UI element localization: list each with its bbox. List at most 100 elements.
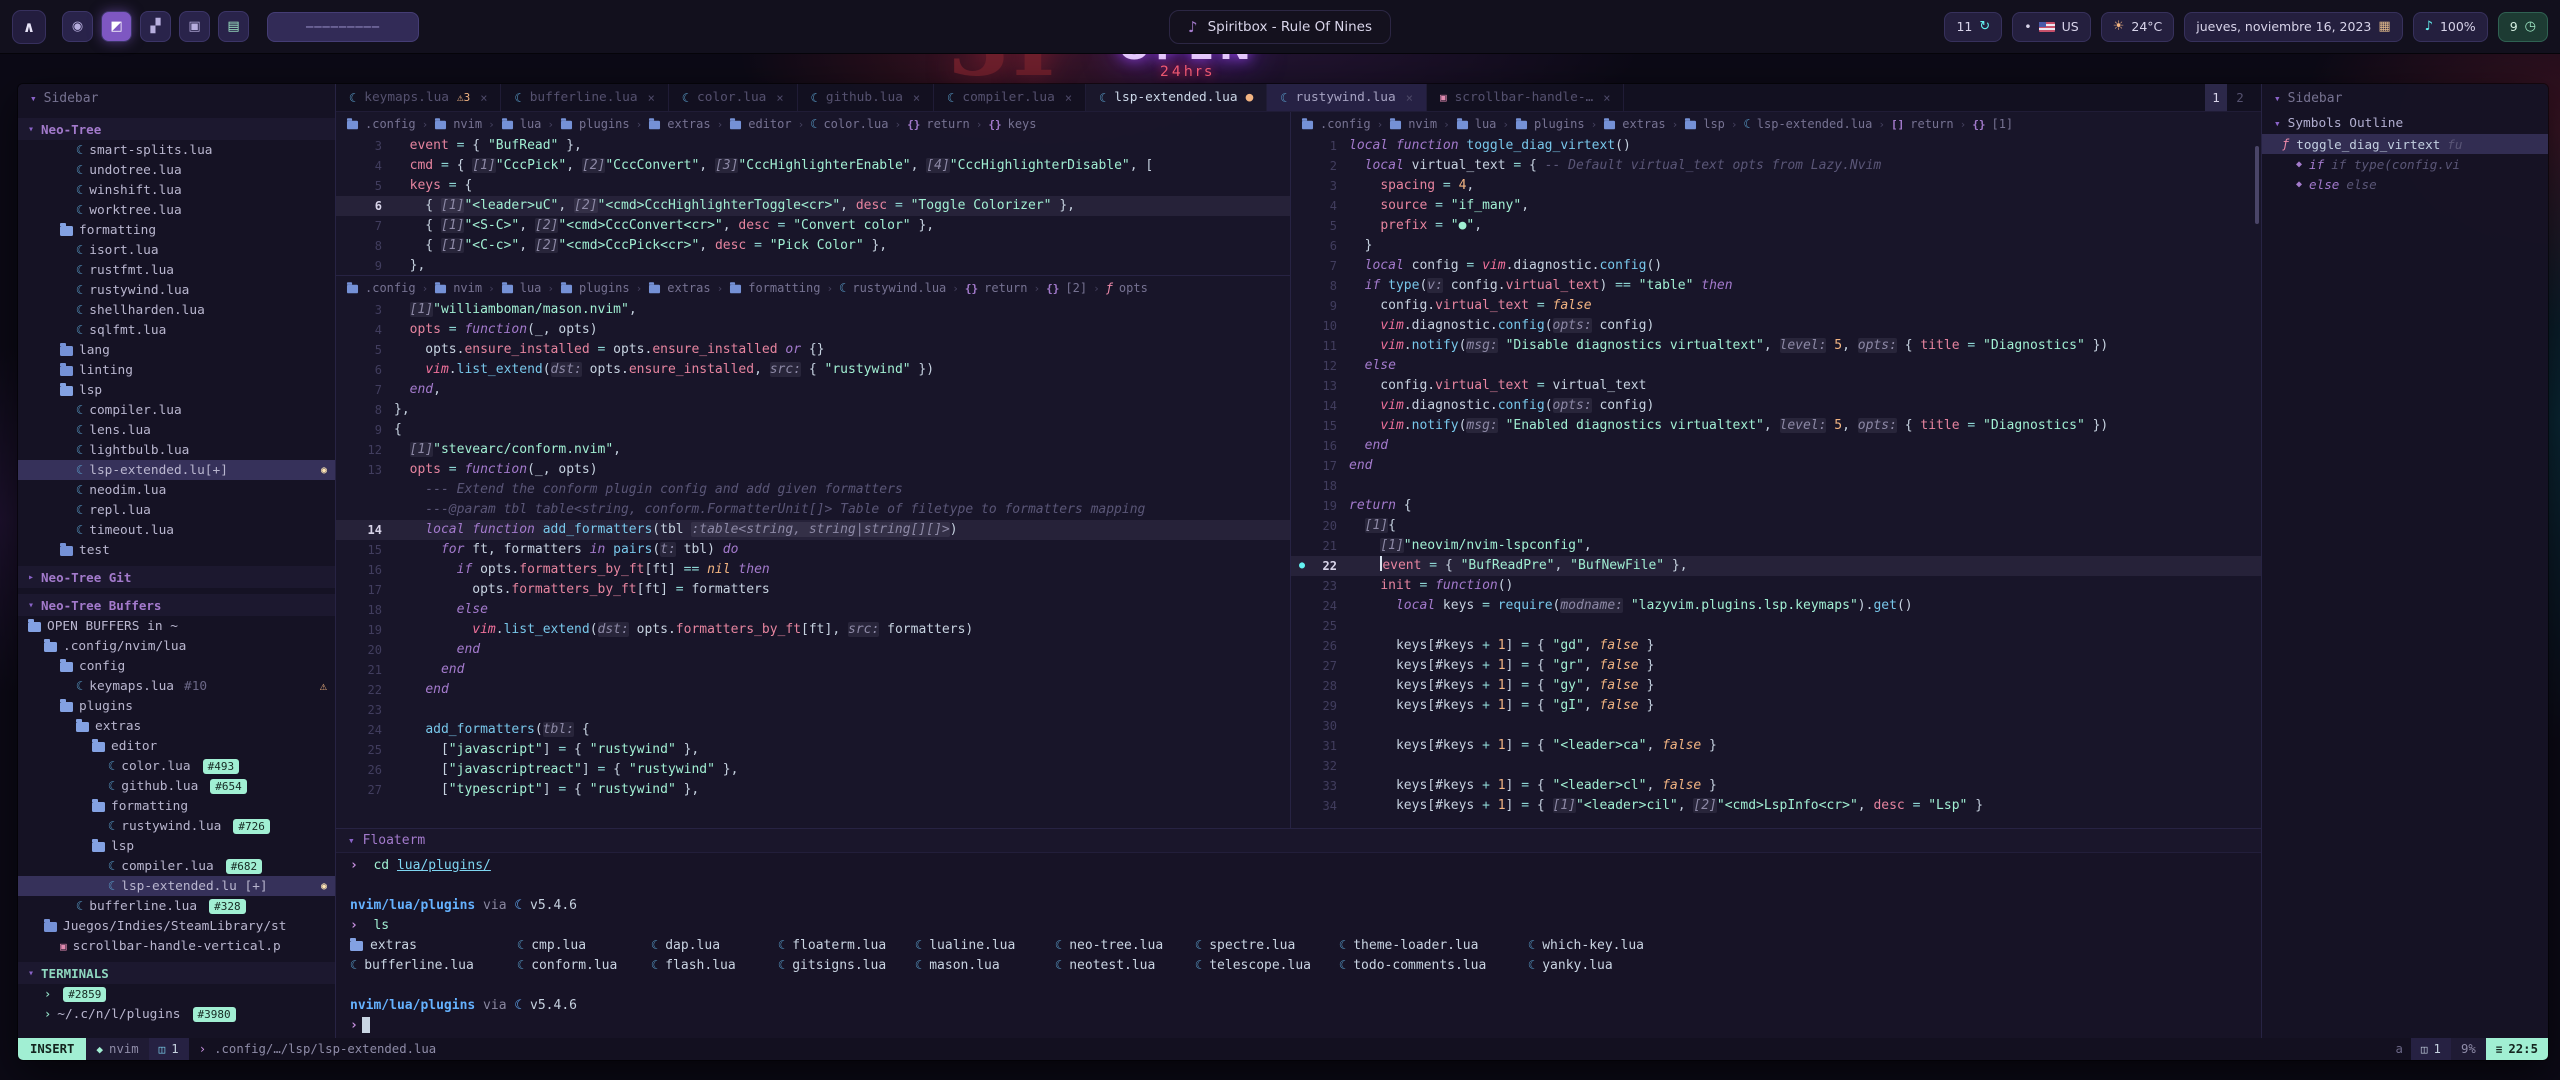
code-line[interactable]: 31 keys[#keys + 1] = { "<leader>ca", fal…	[1291, 736, 2261, 756]
tab-close-icon[interactable]: ×	[480, 91, 487, 105]
code-line[interactable]: 11 vim.notify(msg: "Disable diagnostics …	[1291, 336, 2261, 356]
code-line[interactable]: 24 local keys = require(modname: "lazyvi…	[1291, 596, 2261, 616]
code-area[interactable]: 3 event = { "BufRead" },4 cmd = { [1]"Cc…	[336, 136, 1290, 275]
code-line[interactable]: 2 local virtual_text = { -- Default virt…	[1291, 156, 2261, 176]
editor-tab[interactable]: ☾keymaps.lua⚠3×	[336, 84, 501, 111]
tree-item[interactable]: OPEN BUFFERS in ~	[18, 616, 335, 636]
code-line[interactable]: 18 else	[336, 600, 1290, 620]
code-line[interactable]: 20 end	[336, 640, 1290, 660]
topbar-widget[interactable]: ♪100%	[2413, 12, 2488, 42]
music-widget[interactable]: ♪ Spiritbox - Rule Of Nines	[1169, 10, 1391, 44]
code-line[interactable]: 9{	[336, 420, 1290, 440]
topbar-widget[interactable]: jueves, noviembre 16, 2023▦	[2184, 12, 2402, 42]
tree-item[interactable]: ☾github.lua#654	[18, 776, 335, 796]
tab-close-icon[interactable]: ×	[913, 91, 920, 105]
tree-item[interactable]: formatting	[18, 796, 335, 816]
tab-close-icon[interactable]: ×	[776, 91, 783, 105]
code-line[interactable]: 8 if type(v: config.virtual_text) == "ta…	[1291, 276, 2261, 296]
code-line[interactable]: 7 { [1]"<S-C>", [2]"<cmd>CccConvert<cr>"…	[336, 216, 1290, 236]
code-line[interactable]: 33 keys[#keys + 1] = { "<leader>cl", fal…	[1291, 776, 2261, 796]
code-line[interactable]: --- Extend the conform plugin config and…	[336, 480, 1290, 500]
code-line[interactable]: 16 end	[1291, 436, 2261, 456]
tree-item[interactable]: ☾bufferline.lua#328	[18, 896, 335, 916]
tabpage-number[interactable]: 1	[2205, 84, 2227, 111]
tree-item[interactable]: ☾lens.lua	[18, 420, 335, 440]
tree-item[interactable]: ›~/.c/n/l/plugins#3980	[18, 1004, 335, 1024]
tree-item[interactable]: ☾timeout.lua	[18, 520, 335, 540]
code-line[interactable]: 3 spacing = 4,	[1291, 176, 2261, 196]
code-line[interactable]: 12 else	[1291, 356, 2261, 376]
code-line[interactable]: 4 opts = function(_, opts)	[336, 320, 1290, 340]
tree-item[interactable]: Juegos/Indies/SteamLibrary/st	[18, 916, 335, 936]
tree-item[interactable]: ☾worktree.lua	[18, 200, 335, 220]
tree-item[interactable]: ☾compiler.lua	[18, 400, 335, 420]
tree-item[interactable]: ☾rustywind.lua	[18, 280, 335, 300]
code-line[interactable]: 8 { [1]"<C-c>", [2]"<cmd>CccPick<cr>", d…	[336, 236, 1290, 256]
code-area[interactable]: 1local function toggle_diag_virtext()2 l…	[1291, 136, 2261, 828]
tree-item[interactable]: ☾color.lua#493	[18, 756, 335, 776]
code-line[interactable]: 12 [1]"stevearc/conform.nvim",	[336, 440, 1290, 460]
outline-item[interactable]: ◆elseelse	[2262, 174, 2548, 194]
editor-tab[interactable]: ☾github.lua×	[798, 84, 935, 111]
tree-item[interactable]: test	[18, 540, 335, 560]
tree-item[interactable]: ☾sqlfmt.lua	[18, 320, 335, 340]
code-line[interactable]: ---@param tbl table<string, conform.Form…	[336, 500, 1290, 520]
editor-tab[interactable]: ▣scrollbar-handle-…×	[1427, 84, 1625, 111]
code-line[interactable]: 5 keys = {	[336, 176, 1290, 196]
code-area[interactable]: 3 [1]"williamboman/mason.nvim",4 opts = …	[336, 300, 1290, 828]
editor-tab[interactable]: ☾color.lua×	[669, 84, 798, 111]
tab-close-icon[interactable]: ×	[648, 91, 655, 105]
tree-item[interactable]: lsp	[18, 836, 335, 856]
code-line[interactable]: 19 vim.list_extend(dst: opts.formatters_…	[336, 620, 1290, 640]
workspace-button[interactable]: ▣	[179, 11, 210, 42]
code-line[interactable]: 26 ["javascriptreact"] = { "rustywind" }…	[336, 760, 1290, 780]
code-line[interactable]: 15 vim.notify(msg: "Enabled diagnostics …	[1291, 416, 2261, 436]
section-header[interactable]: ▾Neo-Tree	[18, 118, 335, 140]
editor-tab[interactable]: ☾lsp-extended.lua●	[1086, 84, 1267, 111]
tree-item[interactable]: ☾lsp-extended.lu[+]◉	[18, 460, 335, 480]
code-line[interactable]: 29 keys[#keys + 1] = { "gI", false }	[1291, 696, 2261, 716]
code-line[interactable]: 5 prefix = "●",	[1291, 216, 2261, 236]
tab-close-icon[interactable]: ×	[1603, 91, 1610, 105]
topbar-widget[interactable]: ☀24°C	[2101, 12, 2175, 42]
code-line[interactable]: 13 config.virtual_text = virtual_text	[1291, 376, 2261, 396]
code-line[interactable]: 22 end	[336, 680, 1290, 700]
code-line[interactable]: 7 end,	[336, 380, 1290, 400]
tabpage-number[interactable]: 2	[2229, 84, 2251, 111]
code-line[interactable]: 9 config.virtual_text = false	[1291, 296, 2261, 316]
workspace-button[interactable]: ▞	[140, 11, 171, 42]
workspace-button[interactable]: ◩	[101, 11, 132, 42]
code-line[interactable]: 14 local function add_formatters(tbl :ta…	[336, 520, 1290, 540]
code-line[interactable]: 4 source = "if_many",	[1291, 196, 2261, 216]
code-line[interactable]: 24 add_formatters(tbl: {	[336, 720, 1290, 740]
code-line[interactable]: 20 [1]{	[1291, 516, 2261, 536]
terminal-output[interactable]: › cd lua/plugins/nvim/lua/plugins via ☾ …	[336, 853, 2261, 1038]
code-line[interactable]: 18	[1291, 476, 2261, 496]
code-line[interactable]: 17 opts.formatters_by_ft[ft] = formatter…	[336, 580, 1290, 600]
outline-item[interactable]: ƒtoggle_diag_virtextfu	[2262, 134, 2548, 154]
tree-item[interactable]: ☾repl.lua	[18, 500, 335, 520]
code-line[interactable]: 21 end	[336, 660, 1290, 680]
tab-close-icon[interactable]: ×	[1065, 91, 1072, 105]
tree-item[interactable]: ☾rustfmt.lua	[18, 260, 335, 280]
tree-item[interactable]: editor	[18, 736, 335, 756]
code-line[interactable]: 8},	[336, 400, 1290, 420]
code-line[interactable]: 16 if opts.formatters_by_ft[ft] == nil t…	[336, 560, 1290, 580]
launcher-button[interactable]: ∧	[12, 10, 46, 44]
tree-item[interactable]: plugins	[18, 696, 335, 716]
code-line[interactable]: 19return {	[1291, 496, 2261, 516]
code-line[interactable]: 1local function toggle_diag_virtext()	[1291, 136, 2261, 156]
code-line[interactable]: 25 ["javascript"] = { "rustywind" },	[336, 740, 1290, 760]
tree-item[interactable]: formatting	[18, 220, 335, 240]
tree-item[interactable]: ☾neodim.lua	[18, 480, 335, 500]
section-header[interactable]: ▸Neo-Tree Git	[18, 566, 335, 588]
section-header[interactable]: ▾TERMINALS	[18, 962, 335, 984]
tree-item[interactable]: lsp	[18, 380, 335, 400]
tree-item[interactable]: ☾lightbulb.lua	[18, 440, 335, 460]
code-line[interactable]: 23	[336, 700, 1290, 720]
code-line[interactable]: 5 opts.ensure_installed = opts.ensure_in…	[336, 340, 1290, 360]
tree-item[interactable]: linting	[18, 360, 335, 380]
scrollbar-handle[interactable]	[2255, 146, 2259, 224]
code-line[interactable]: 6 vim.list_extend(dst: opts.ensure_insta…	[336, 360, 1290, 380]
code-line[interactable]: 3 event = { "BufRead" },	[336, 136, 1290, 156]
